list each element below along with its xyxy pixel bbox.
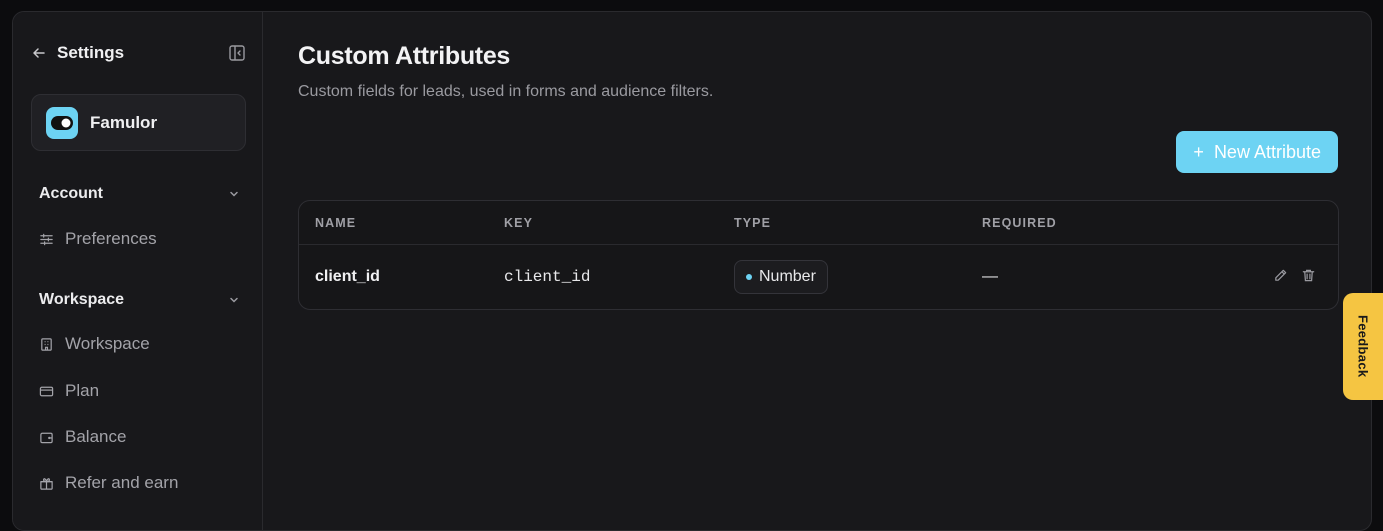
sidebar-header: Settings [31, 42, 246, 64]
feedback-tab[interactable]: Feedback [1343, 293, 1383, 400]
sidebar-title: Settings [57, 43, 125, 62]
sliders-icon [40, 233, 53, 245]
sidebar-item-label: Workspace [65, 334, 150, 353]
plus-icon: + [1193, 141, 1204, 162]
sidebar-item-label: Plan [65, 381, 100, 400]
new-attribute-button[interactable]: + New Attribute [1176, 131, 1338, 173]
org-switcher[interactable]: Famulor [31, 94, 246, 151]
table-row[interactable]: client_id client_id Number — [299, 245, 1338, 309]
org-logo-icon [46, 106, 78, 139]
type-dot-icon [746, 274, 752, 280]
page-subtitle: Custom fields for leads, used in forms a… [298, 83, 714, 100]
sidebar-item-refer-and-earn[interactable]: Refer and earn [39, 471, 178, 495]
section-label: Account [39, 185, 103, 202]
building-icon [41, 337, 52, 351]
column-header-type: TYPE [734, 216, 772, 230]
sidebar: Settings Famulor Account Preferences Wor… [13, 12, 263, 530]
column-header-name: NAME [315, 216, 357, 230]
type-label: Number [759, 268, 816, 285]
new-attribute-label: New Attribute [1213, 141, 1321, 162]
wallet-icon [40, 432, 53, 443]
sidebar-item-plan[interactable]: Plan [39, 379, 99, 403]
type-badge: Number [734, 260, 828, 294]
chevron-down-icon [230, 297, 238, 303]
cell-type: Number [734, 245, 828, 309]
org-name: Famulor [90, 112, 158, 132]
cell-required: — [982, 268, 998, 285]
main-content: Custom Attributes Custom fields for lead… [264, 12, 1371, 530]
column-header-required: REQUIRED [982, 216, 1057, 230]
cell-key: client_id [504, 268, 591, 286]
trash-icon[interactable] [1301, 268, 1316, 283]
table-header: NAME KEY TYPE REQUIRED [299, 201, 1338, 245]
chevron-down-icon [230, 191, 238, 197]
sidebar-item-label: Preferences [65, 229, 157, 248]
settings-window: Settings Famulor Account Preferences Wor… [12, 11, 1372, 531]
gift-icon [40, 477, 53, 490]
feedback-label: Feedback [1355, 315, 1371, 378]
sidebar-collapse-icon[interactable] [228, 44, 246, 62]
page-title: Custom Attributes [298, 42, 511, 70]
pencil-icon[interactable] [1273, 268, 1288, 283]
sidebar-item-label: Refer and earn [65, 473, 179, 492]
sidebar-item-preferences[interactable]: Preferences [39, 227, 157, 251]
section-account[interactable]: Account [39, 183, 240, 205]
sidebar-item-workspace[interactable]: Workspace [39, 332, 150, 356]
row-actions [1273, 268, 1316, 283]
section-label: Workspace [39, 291, 125, 308]
section-workspace[interactable]: Workspace [39, 289, 240, 311]
arrow-left-icon[interactable] [31, 45, 47, 61]
sidebar-item-label: Balance [65, 427, 127, 446]
credit-card-icon [39, 386, 54, 396]
sidebar-item-balance[interactable]: Balance [39, 425, 126, 449]
column-header-key: KEY [504, 216, 534, 230]
cell-name: client_id [315, 268, 380, 285]
attributes-table: NAME KEY TYPE REQUIRED client_id client_… [298, 200, 1339, 310]
